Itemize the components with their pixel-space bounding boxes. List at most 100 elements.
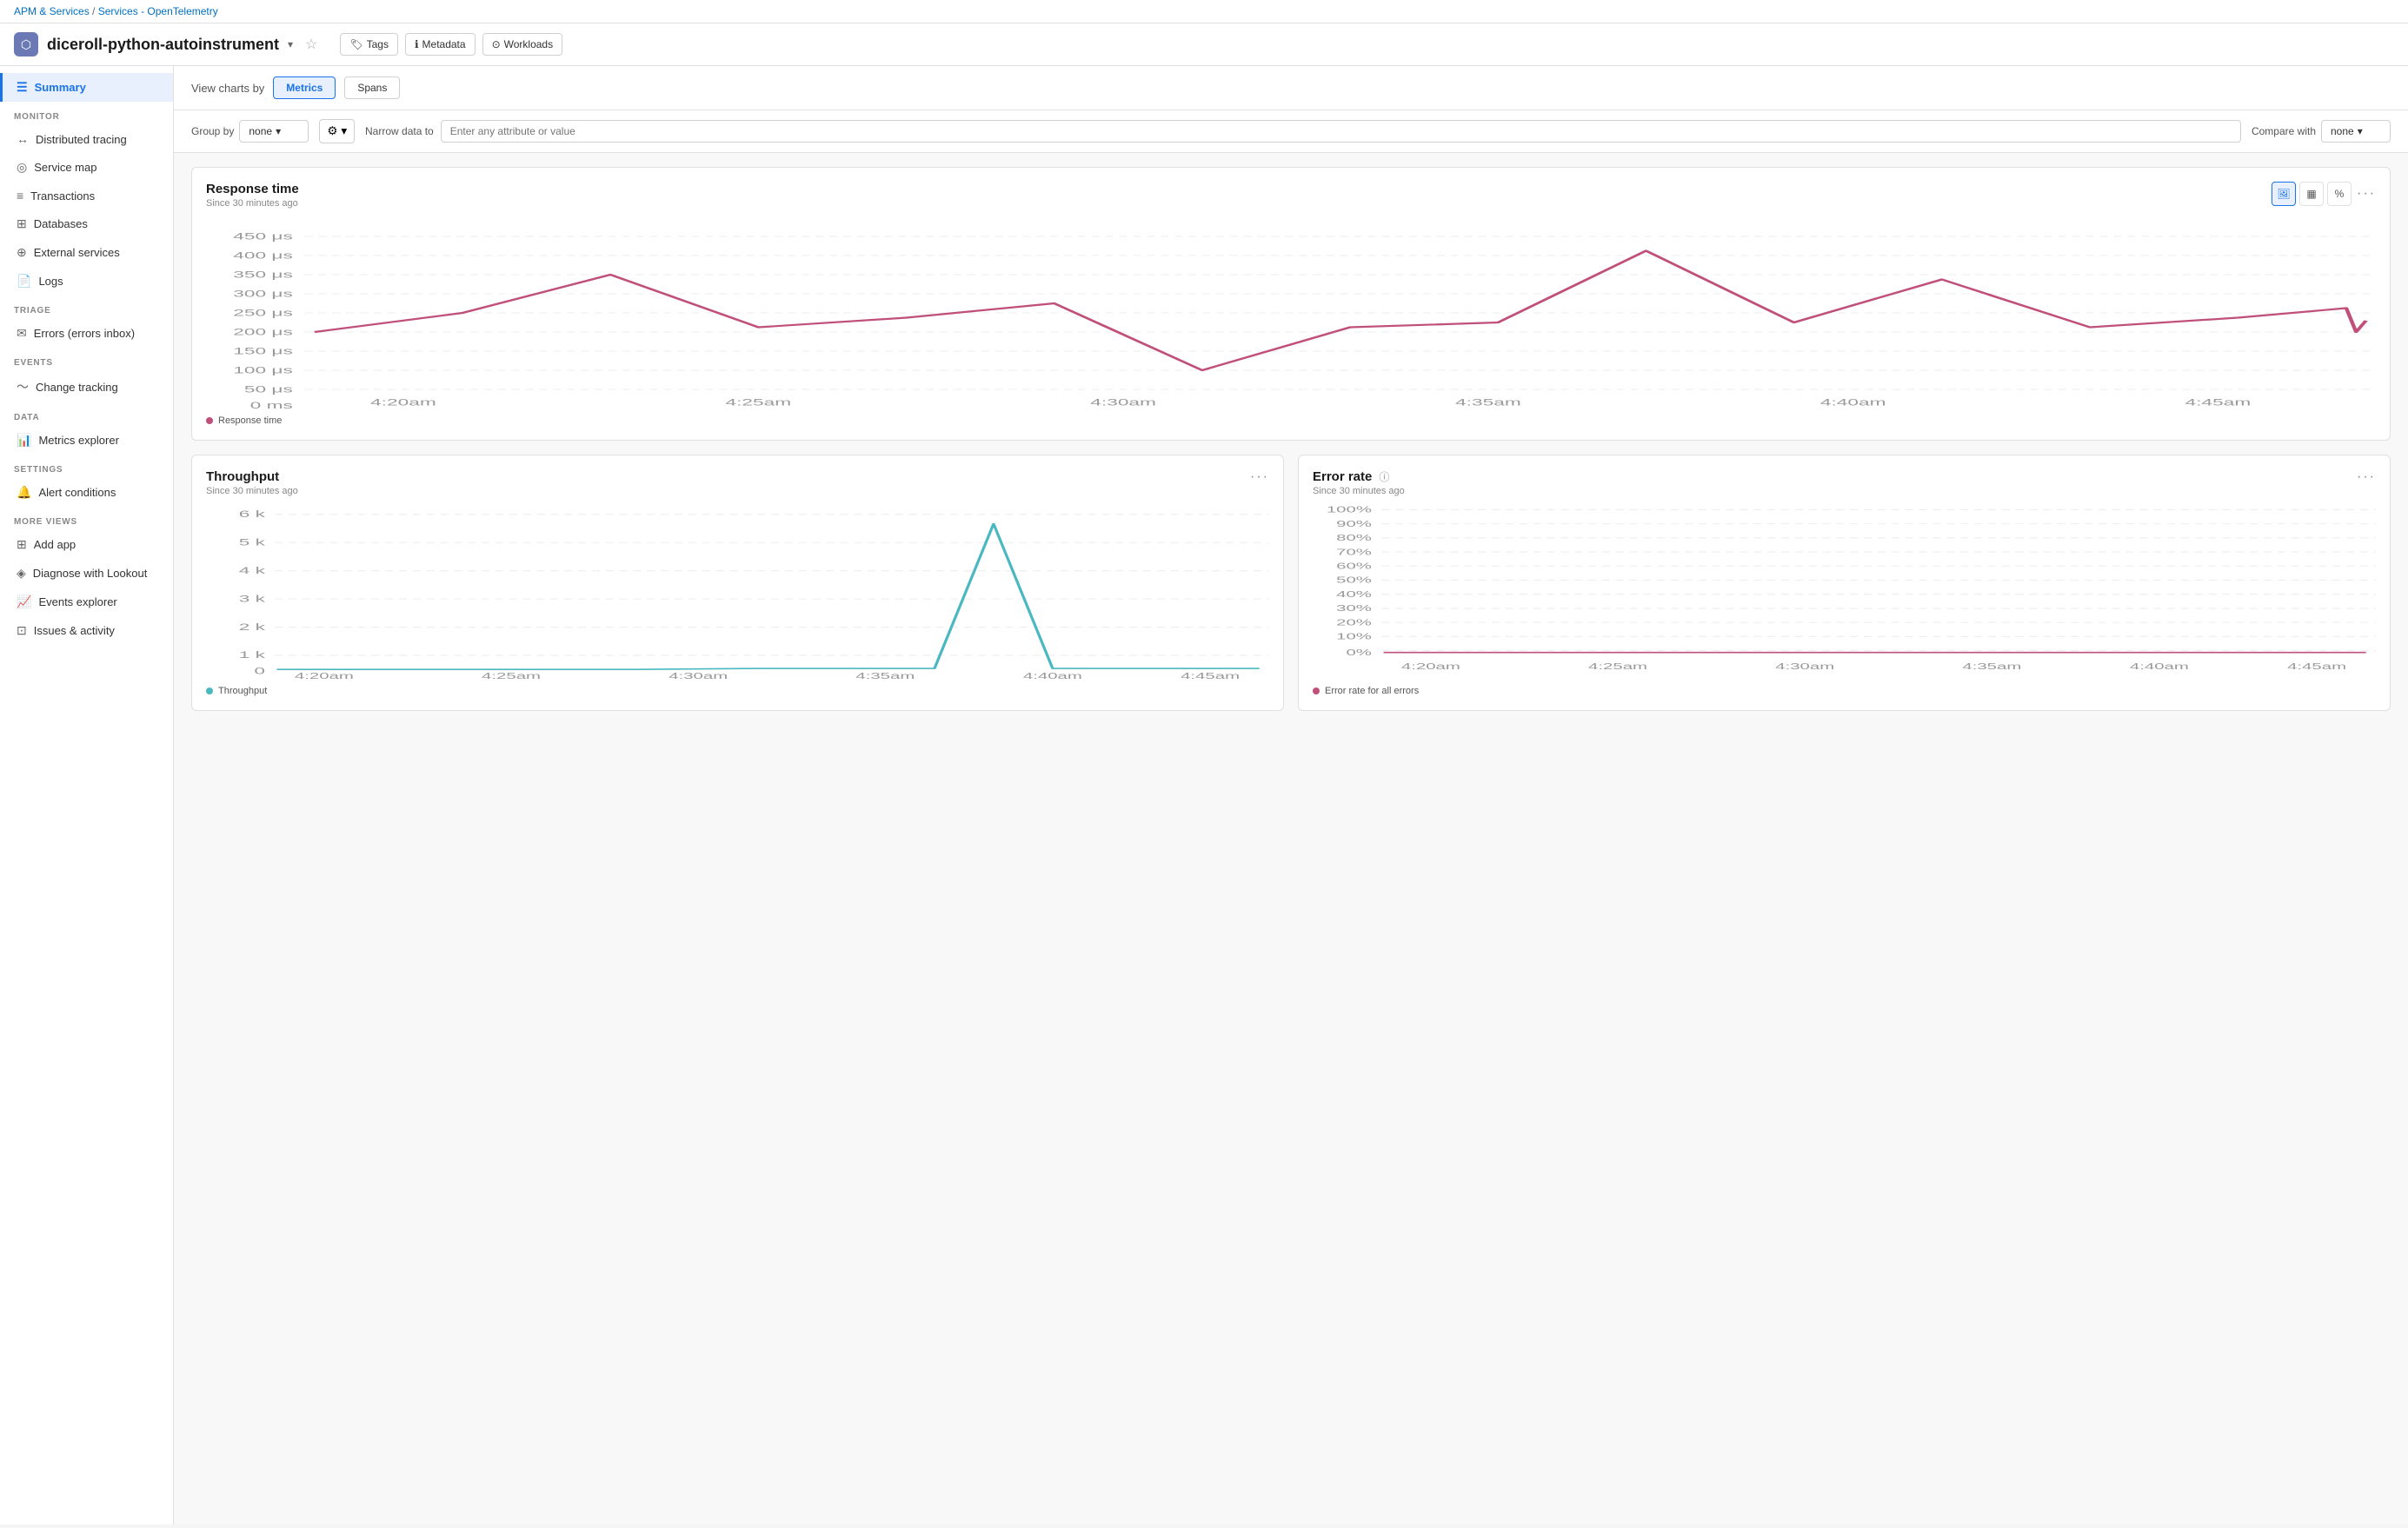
svg-text:1 k: 1 k [239,649,265,660]
chart-view-bar-btn[interactable]: ▦ [2299,182,2324,206]
throughput-legend: Throughput [206,686,1269,696]
sidebar: ☰ Summary MONITOR ↔ Distributed tracing … [0,66,174,1525]
sidebar-item-metrics-explorer[interactable]: 📊 Metrics explorer [0,426,173,455]
throughput-more-btn[interactable]: ··· [1250,469,1269,485]
favorite-icon[interactable]: ☆ [305,36,317,53]
sidebar-item-external-services[interactable]: ⊕ External services [0,238,173,267]
add-app-icon: ⊞ [17,537,27,552]
compare-with-chevron: ▾ [2358,125,2363,137]
controls-bar: Group by none ▾ ⚙ ▾ Narrow data to Compa… [174,110,2408,153]
throughput-svg: 6 k 5 k 4 k 3 k 2 k 1 k 0 4:20am 4:25am [206,505,1269,679]
chart-view-line-btn[interactable]: 🖼 [2272,182,2296,206]
transactions-icon: ≡ [17,189,23,203]
throughput-legend-label: Throughput [218,686,267,696]
title-dropdown-icon[interactable]: ▾ [288,38,293,50]
svg-text:4:20am: 4:20am [295,672,354,679]
group-by-label: Group by [191,125,234,137]
svg-text:350 μs: 350 μs [233,269,293,279]
sidebar-item-issues-activity[interactable]: ⊡ Issues & activity [0,616,173,645]
sidebar-item-label: Logs [38,275,63,288]
compare-with-select[interactable]: none ▾ [2321,120,2391,143]
error-rate-legend: Error rate for all errors [1313,686,2376,696]
settings-section-label: SETTINGS [0,455,173,478]
error-rate-header: Error rate ⓘ Since 30 minutes ago ··· [1313,469,2376,496]
sidebar-item-alert-conditions[interactable]: 🔔 Alert conditions [0,478,173,507]
sidebar-item-logs[interactable]: 📄 Logs [0,267,173,296]
sidebar-item-label: Issues & activity [34,624,115,637]
two-col-charts: Throughput Since 30 minutes ago ··· [191,455,2391,711]
svg-text:4:30am: 4:30am [669,672,728,679]
sidebar-item-add-app[interactable]: ⊞ Add app [0,530,173,559]
sidebar-item-change-tracking[interactable]: 〜 Change tracking [0,371,173,402]
sidebar-item-errors[interactable]: ✉ Errors (errors inbox) [0,319,173,348]
error-rate-more-btn[interactable]: ··· [2357,469,2376,485]
external-services-icon: ⊕ [17,245,27,260]
group-by-value: none [249,125,272,137]
narrow-data-input[interactable] [441,120,2241,143]
svg-text:100 μs: 100 μs [233,364,293,375]
breadcrumb-apm[interactable]: APM & Services [14,5,90,17]
main-layout: ☰ Summary MONITOR ↔ Distributed tracing … [0,66,2408,1525]
svg-text:40%: 40% [1336,590,1372,599]
response-time-subtitle: Since 30 minutes ago [206,198,299,209]
service-map-icon: ◎ [17,160,27,175]
sidebar-item-databases[interactable]: ⊞ Databases [0,209,173,238]
errors-icon: ✉ [17,326,27,341]
group-by-select[interactable]: none ▾ [239,120,309,143]
sidebar-item-events-explorer[interactable]: 📈 Events explorer [0,588,173,616]
sidebar-item-label: Errors (errors inbox) [34,327,135,340]
svg-text:90%: 90% [1336,520,1372,528]
sidebar-item-label: Diagnose with Lookout [33,567,148,580]
throughput-legend-dot [206,688,213,694]
app-header: ⬡ diceroll-python-autoinstrument ▾ ☆ 🏷 T… [0,23,2408,66]
diagnose-lookout-icon: ◈ [17,566,26,581]
metadata-button[interactable]: ℹ Metadata [405,33,476,56]
error-rate-info-icon[interactable]: ⓘ [1379,469,1389,484]
breadcrumb-services[interactable]: Services - OpenTelemetry [98,5,218,17]
app-icon: ⬡ [14,32,38,56]
svg-text:4:35am: 4:35am [1962,662,2021,671]
svg-text:60%: 60% [1336,562,1372,571]
response-time-legend-dot [206,417,213,424]
sidebar-item-summary[interactable]: ☰ Summary [0,73,173,102]
events-explorer-icon: 📈 [17,595,31,609]
sidebar-item-distributed-tracing[interactable]: ↔ Distributed tracing [0,125,173,153]
sidebar-item-label: External services [34,246,120,259]
metadata-icon: ℹ [415,38,419,50]
sidebar-item-label: Service map [34,161,96,174]
response-time-chart-area: 450 μs 400 μs 350 μs 300 μs 250 μs 200 μ… [206,217,2376,409]
svg-text:4:20am: 4:20am [370,397,436,408]
chart-view-percent-btn[interactable]: % [2327,182,2351,206]
throughput-chart-area: 6 k 5 k 4 k 3 k 2 k 1 k 0 4:20am 4:25am [206,505,1269,679]
tab-metrics[interactable]: Metrics [273,76,336,99]
compare-with-group: Compare with none ▾ [2252,120,2391,143]
tags-button[interactable]: 🏷 Tags [340,33,398,56]
workloads-button[interactable]: ⊙ Workloads [482,33,563,56]
response-time-more-btn[interactable]: ··· [2357,186,2376,202]
throughput-header: Throughput Since 30 minutes ago ··· [206,469,1269,496]
tab-spans[interactable]: Spans [344,76,400,99]
sidebar-item-transactions[interactable]: ≡ Transactions [0,182,173,209]
svg-text:4:45am: 4:45am [2287,662,2346,671]
issues-activity-icon: ⊡ [17,623,27,638]
svg-text:6 k: 6 k [239,508,265,519]
sidebar-item-service-map[interactable]: ◎ Service map [0,153,173,182]
group-by-chevron: ▾ [276,125,281,137]
svg-text:2 k: 2 k [239,621,265,632]
error-rate-legend-dot [1313,688,1320,694]
header-actions: 🏷 Tags ℹ Metadata ⊙ Workloads [340,33,562,56]
sidebar-item-diagnose-lookout[interactable]: ◈ Diagnose with Lookout [0,559,173,588]
app-title: diceroll-python-autoinstrument [47,36,279,54]
error-rate-svg: 100% 90% 80% 70% 60% 50% 40% 30% 20% 10%… [1313,505,2376,679]
sidebar-item-label: Metrics explorer [38,434,118,447]
sidebar-item-label: Databases [34,217,88,230]
svg-text:50 μs: 50 μs [244,383,293,394]
svg-text:50%: 50% [1336,576,1372,585]
filter-button[interactable]: ⚙ ▾ [319,119,355,143]
charts-area: Response time Since 30 minutes ago 🖼 ▦ %… [174,153,2408,725]
svg-text:4:45am: 4:45am [2185,397,2252,408]
workloads-icon: ⊙ [492,38,501,50]
svg-text:4:30am: 4:30am [1090,397,1156,408]
filter-chevron: ▾ [341,124,347,138]
svg-text:4 k: 4 k [239,565,265,575]
